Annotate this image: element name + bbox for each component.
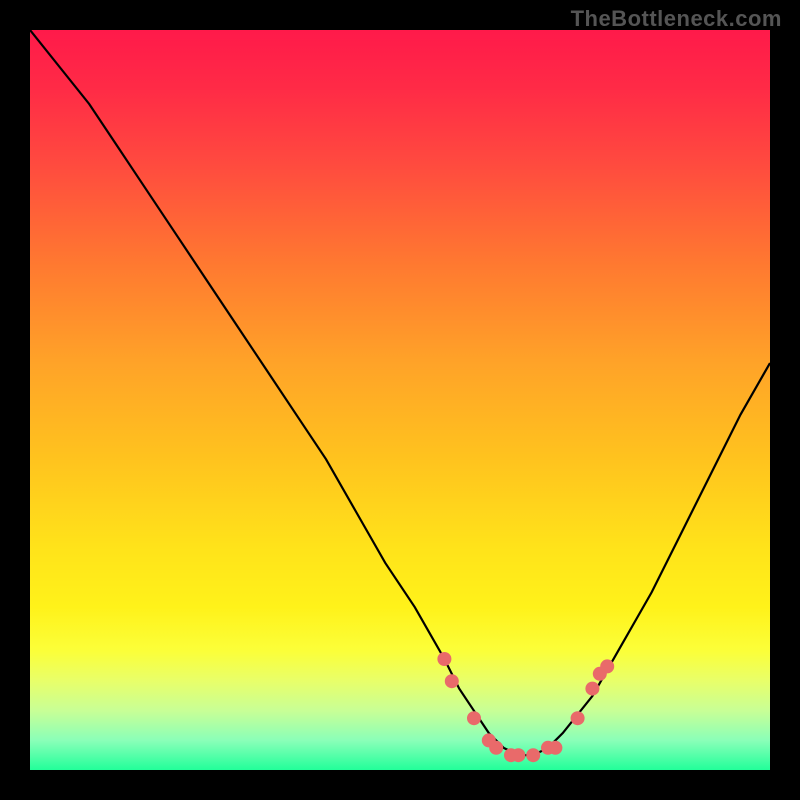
chart-plot-area [30, 30, 770, 770]
curve-marker [526, 748, 540, 762]
bottleneck-curve-line [30, 30, 770, 755]
watermark-text: TheBottleneck.com [571, 6, 782, 32]
chart-svg [30, 30, 770, 770]
curve-marker [437, 652, 451, 666]
curve-marker [489, 741, 503, 755]
curve-marker [571, 711, 585, 725]
curve-marker [548, 741, 562, 755]
curve-marker [511, 748, 525, 762]
curve-marker [600, 659, 614, 673]
curve-marker [467, 711, 481, 725]
curve-marker [585, 682, 599, 696]
curve-markers [437, 652, 614, 762]
curve-marker [445, 674, 459, 688]
